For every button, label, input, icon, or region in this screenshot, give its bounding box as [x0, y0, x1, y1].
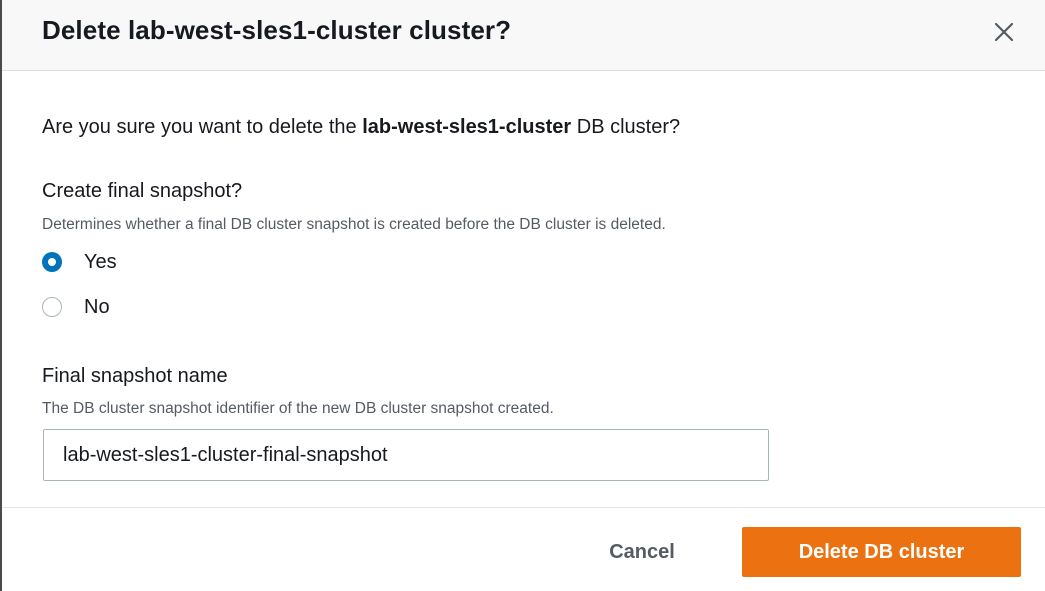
- close-icon: [994, 22, 1014, 42]
- radio-option-yes[interactable]: Yes: [42, 249, 117, 275]
- confirm-cluster-name: lab-west-sles1-cluster: [362, 116, 572, 138]
- final-snapshot-label: Create final snapshot?: [42, 180, 243, 202]
- delete-db-cluster-button[interactable]: Delete DB cluster: [742, 527, 1021, 577]
- radio-yes-label: Yes: [84, 250, 117, 273]
- confirm-message: Are you sure you want to delete the lab-…: [42, 116, 680, 139]
- modal-header: Delete lab-west-sles1-cluster cluster?: [2, 0, 1045, 71]
- confirm-prefix: Are you sure you want to delete the: [42, 116, 363, 138]
- radio-option-no[interactable]: No: [42, 294, 110, 320]
- snapshot-name-description: The DB cluster snapshot identifier of th…: [42, 400, 554, 417]
- radio-no-unselected[interactable]: [42, 297, 62, 317]
- snapshot-name-label: Final snapshot name: [42, 365, 228, 387]
- final-snapshot-description: Determines whether a final DB cluster sn…: [42, 216, 666, 233]
- radio-yes-selected[interactable]: [42, 252, 62, 272]
- modal-title: Delete lab-west-sles1-cluster cluster?: [42, 15, 512, 45]
- delete-cluster-modal: Delete lab-west-sles1-cluster cluster? A…: [0, 0, 1045, 591]
- snapshot-name-input[interactable]: [43, 429, 769, 481]
- radio-no-label: No: [84, 295, 110, 318]
- confirm-suffix: DB cluster?: [571, 116, 681, 138]
- cancel-button[interactable]: Cancel: [577, 527, 707, 577]
- close-button[interactable]: [986, 16, 1020, 46]
- footer-divider: [2, 507, 1045, 508]
